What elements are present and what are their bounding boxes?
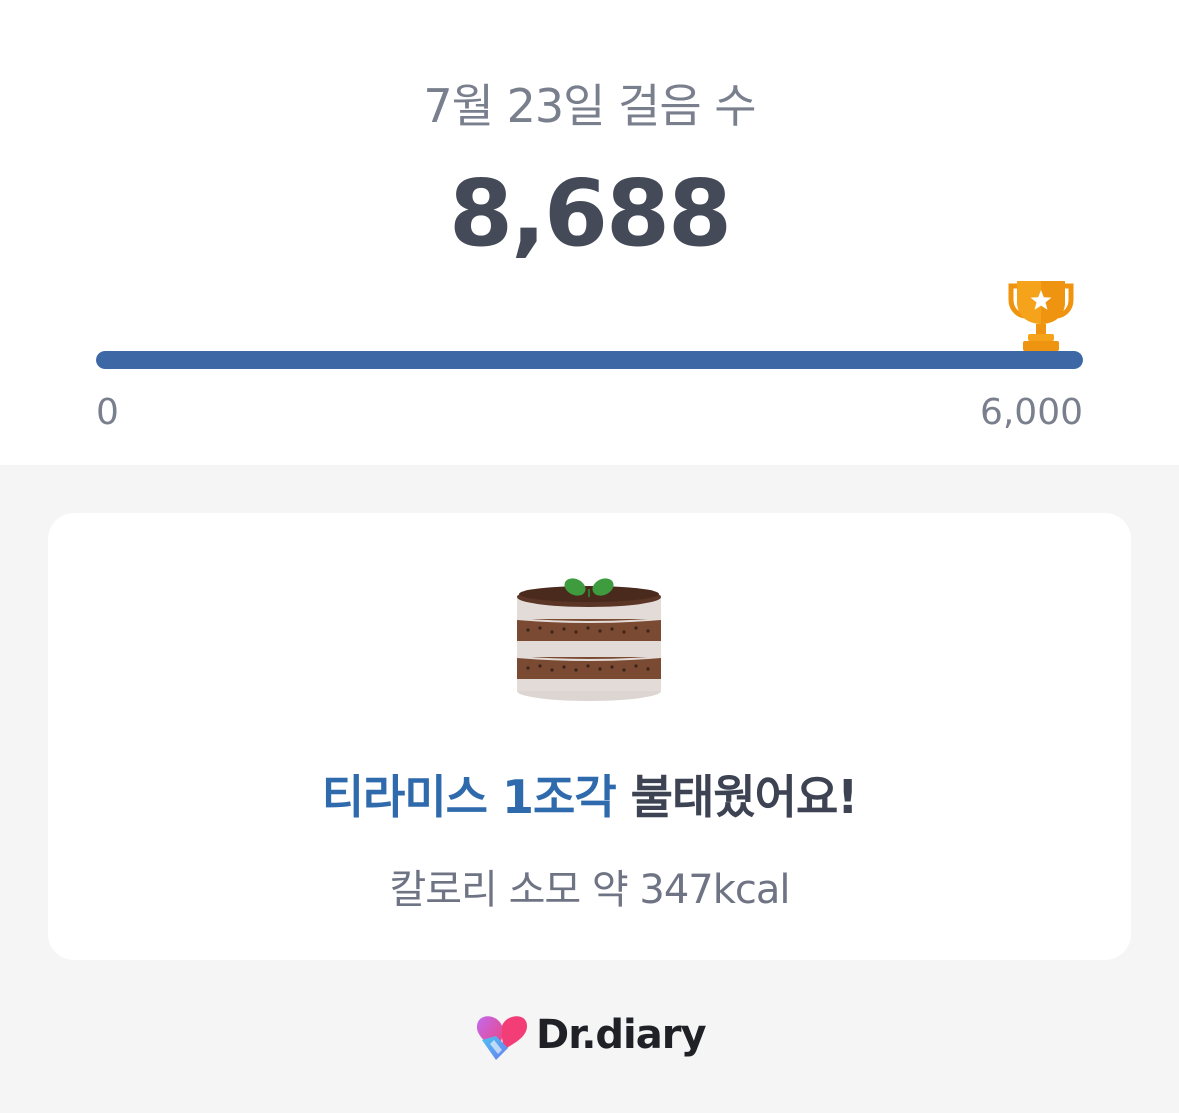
brand-footer: Dr.diary: [474, 1008, 707, 1062]
burned-food-headline: 티라미스 1조각 불태웠어요!: [48, 761, 1131, 827]
brand-name: Dr.diary: [536, 1012, 707, 1058]
food-portion-text: 티라미스 1조각: [321, 770, 617, 824]
date-title: 7월 23일 걸음 수: [423, 79, 756, 133]
heart-logo-icon: [476, 1016, 527, 1060]
calorie-card: 티라미스 1조각 불태웠어요! 칼로리 소모 약 347kcal: [48, 513, 1131, 960]
step-progress-bar: [96, 351, 1083, 369]
progress-min-label: 0: [96, 392, 119, 433]
tiramisu-cake-icon: [516, 578, 662, 701]
trophy-icon: [1008, 281, 1074, 351]
progress-goal-label: 6,000: [979, 392, 1083, 433]
calorie-burned-text: 칼로리 소모 약 347kcal: [389, 867, 790, 913]
step-progress-fill: [96, 351, 1083, 369]
step-summary-section: 7월 23일 걸음 수 8,688 0 6,000: [0, 0, 1179, 465]
step-count: 8,688: [448, 160, 732, 267]
burned-text: 불태웠어요!: [615, 770, 859, 824]
